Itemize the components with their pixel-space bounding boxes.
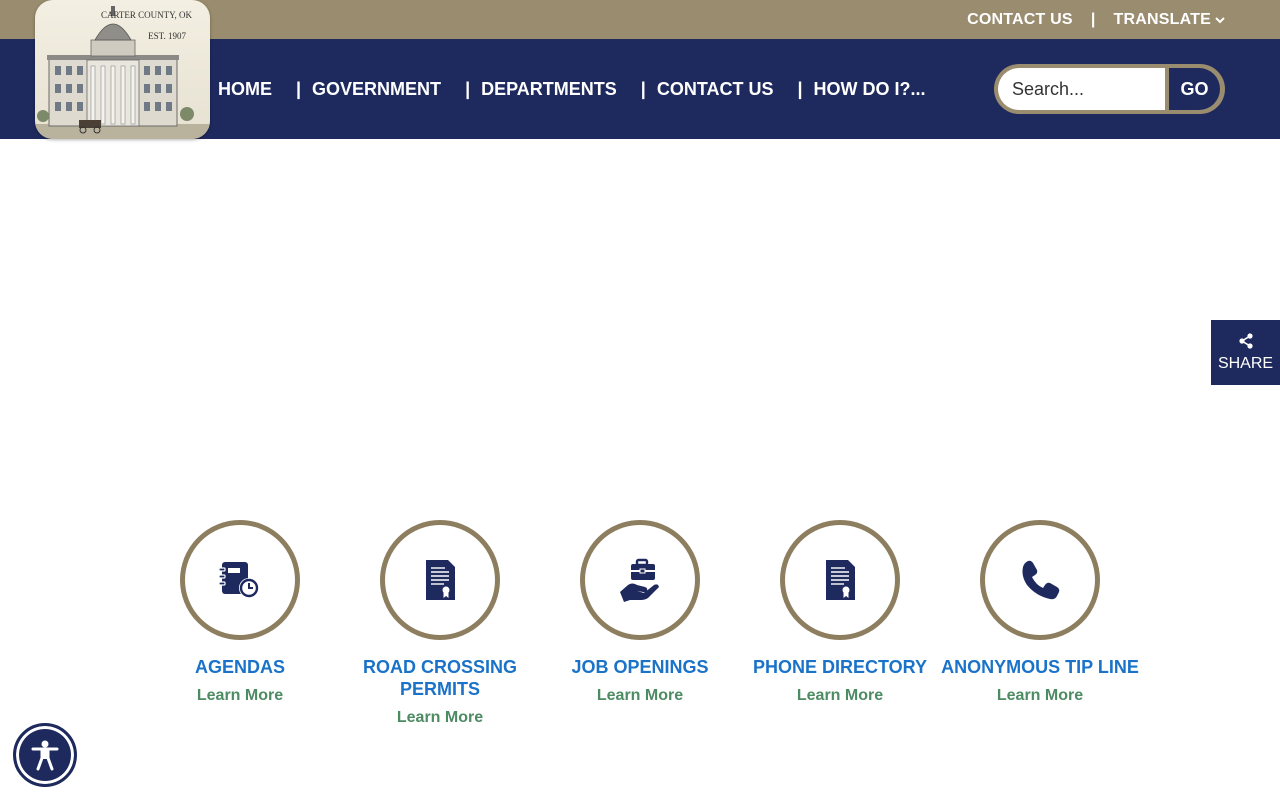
nav-item-government[interactable]: GOVERNMENT xyxy=(312,79,441,100)
quicklink-job-openings: JOB OPENINGS Learn More xyxy=(540,520,740,727)
quicklink-road-crossing-permits-learn-more[interactable]: Learn More xyxy=(397,709,483,727)
quicklink-phone-directory-title[interactable]: PHONE DIRECTORY xyxy=(740,656,940,678)
chevron-down-icon xyxy=(1215,16,1225,23)
utility-links: CONTACT US | TRANSLATE xyxy=(967,0,1225,39)
search-box: GO xyxy=(994,64,1225,114)
quicklink-anonymous-tip-line-circle[interactable] xyxy=(980,520,1100,640)
nav-separator: | xyxy=(296,78,302,99)
logo-established: EST. 1907 xyxy=(148,31,186,41)
share-label: SHARE xyxy=(1217,354,1274,372)
nav-separator: | xyxy=(797,78,803,99)
agenda-clock-icon xyxy=(218,562,259,598)
accessibility-button[interactable] xyxy=(13,723,77,787)
nav-item-how-do-i[interactable]: HOW DO I?... xyxy=(814,79,926,100)
quicklink-road-crossing-permits-title[interactable]: ROAD CROSSING PERMITS xyxy=(340,656,540,700)
logo-county-name: CARTER COUNTY, OK xyxy=(100,10,192,20)
nav-item-home[interactable]: HOME xyxy=(218,79,272,100)
nav-separator: | xyxy=(465,78,471,99)
quicklink-anonymous-tip-line: ANONYMOUS TIP LINE Learn More xyxy=(940,520,1140,727)
search-input[interactable] xyxy=(998,68,1165,110)
quicklink-anonymous-tip-line-title[interactable]: ANONYMOUS TIP LINE xyxy=(940,656,1140,678)
accessibility-person-icon xyxy=(31,740,59,771)
translate-label: TRANSLATE xyxy=(1113,10,1211,28)
share-button[interactable]: SHARE xyxy=(1211,320,1280,385)
utility-contact-link[interactable]: CONTACT US xyxy=(967,11,1073,29)
quicklink-job-openings-learn-more[interactable]: Learn More xyxy=(597,687,683,705)
quicklink-phone-directory-circle[interactable] xyxy=(780,520,900,640)
nav-item-departments[interactable]: DEPARTMENTS xyxy=(481,79,617,100)
quicklink-job-openings-title[interactable]: JOB OPENINGS xyxy=(540,656,740,678)
hand-briefcase-icon xyxy=(620,558,659,602)
county-logo[interactable]: CARTER COUNTY, OK EST. 1907 xyxy=(35,0,210,139)
certificate-document-icon xyxy=(426,560,455,600)
main-nav: HOME | GOVERNMENT | DEPARTMENTS | CONTAC… xyxy=(218,39,926,139)
quicklink-job-openings-circle[interactable] xyxy=(580,520,700,640)
quicklink-anonymous-tip-line-learn-more[interactable]: Learn More xyxy=(997,687,1083,705)
quick-links: AGENDAS Learn More ROAD CROSSING PERMITS… xyxy=(140,520,1140,727)
quicklink-agendas-circle[interactable] xyxy=(180,520,300,640)
quicklink-agendas: AGENDAS Learn More xyxy=(140,520,340,727)
quicklink-agendas-learn-more[interactable]: Learn More xyxy=(197,687,283,705)
courthouse-illustration xyxy=(35,6,210,139)
quicklink-road-crossing-permits: ROAD CROSSING PERMITS Learn More xyxy=(340,520,540,727)
share-icon xyxy=(1238,332,1253,349)
translate-dropdown[interactable]: TRANSLATE xyxy=(1114,11,1226,29)
quicklink-phone-directory-learn-more[interactable]: Learn More xyxy=(797,687,883,705)
quicklink-road-crossing-permits-circle[interactable] xyxy=(380,520,500,640)
nav-separator: | xyxy=(640,78,646,99)
utility-separator: | xyxy=(1090,10,1096,28)
quicklink-agendas-title[interactable]: AGENDAS xyxy=(140,656,340,678)
certificate-document-icon xyxy=(826,560,855,600)
quicklink-phone-directory: PHONE DIRECTORY Learn More xyxy=(740,520,940,727)
search-go-button[interactable]: GO xyxy=(1169,68,1220,110)
phone-icon xyxy=(1022,560,1060,600)
nav-item-contact-us[interactable]: CONTACT US xyxy=(657,79,774,100)
